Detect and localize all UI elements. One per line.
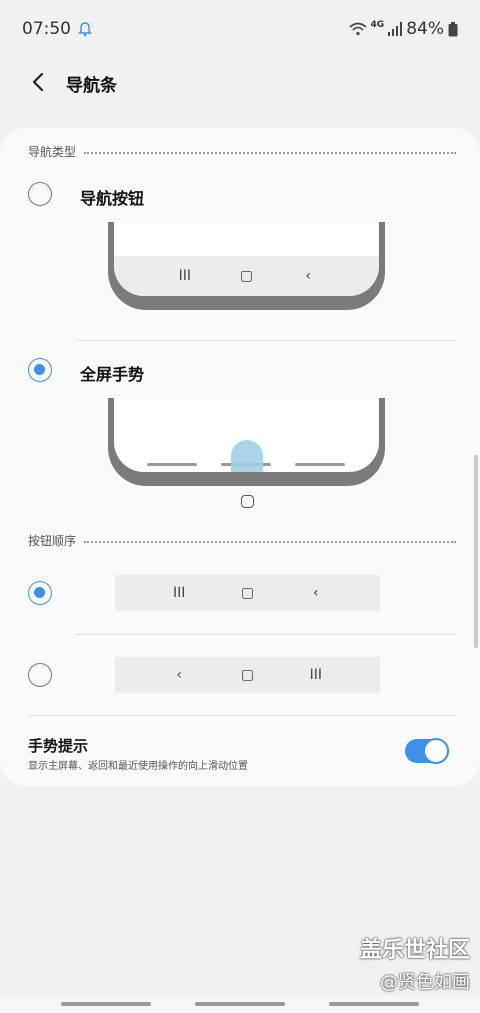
wifi-icon: [349, 22, 367, 36]
radio-full-screen-gestures[interactable]: [28, 358, 52, 382]
section-title: 按钮顺序: [28, 534, 77, 548]
back-arrow-icon: [32, 72, 44, 92]
toggle-knob: [423, 738, 449, 764]
home-icon: ▢: [240, 585, 255, 601]
battery-icon: [448, 21, 458, 36]
order-option-1[interactable]: III ▢ ‹: [115, 575, 380, 611]
back-icon: ‹: [305, 268, 311, 284]
status-time: 07:50: [22, 19, 71, 39]
network-type: 4G: [370, 20, 385, 30]
preview-screen: III ▢ ‹: [114, 222, 379, 296]
gesture-hint-center[interactable]: [195, 1002, 285, 1006]
preview-nav-bar: III ▢ ‹: [114, 256, 379, 296]
section-button-order: 按钮顺序: [28, 532, 456, 549]
gesture-hint-left[interactable]: [61, 1002, 151, 1006]
gesture-bar-right: [295, 463, 345, 466]
section-nav-type: 导航类型: [28, 143, 456, 160]
gesture-bar-left: [147, 463, 197, 466]
divider: [75, 634, 456, 635]
radio-nav-buttons[interactable]: [28, 182, 52, 206]
notification-bell-icon: [78, 22, 92, 37]
back-icon: ‹: [176, 667, 182, 683]
option-label-gestures[interactable]: 全屏手势: [80, 361, 144, 385]
home-icon: ▢: [240, 667, 255, 683]
section-divider: [84, 151, 456, 154]
touch-indicator: [231, 440, 263, 472]
radio-order-1[interactable]: [28, 581, 52, 605]
section-title: 导航类型: [28, 145, 77, 159]
gesture-hint-right[interactable]: [329, 1002, 419, 1006]
watermark-line1: 盖乐世社区: [359, 938, 470, 963]
home-icon: [241, 495, 254, 508]
app-header: 导航条: [0, 58, 480, 108]
recents-icon: III: [309, 667, 322, 683]
scrollbar[interactable]: [474, 455, 478, 648]
recents-icon: III: [172, 585, 186, 601]
radio-order-2[interactable]: [28, 663, 52, 687]
back-icon: ‹: [313, 585, 319, 601]
watermark-line2: @贤色如画: [380, 972, 470, 993]
gesture-hint-title[interactable]: 手势提示: [28, 735, 88, 756]
home-icon: ▢: [239, 268, 254, 284]
section-divider: [84, 540, 456, 543]
order-option-2[interactable]: ‹ ▢ III: [115, 657, 380, 693]
battery-percent: 84%: [406, 19, 444, 39]
system-nav-bar: [0, 996, 480, 1013]
preview-screen: [114, 398, 379, 472]
signal-icon: [388, 22, 403, 36]
page-title: 导航条: [66, 76, 117, 96]
recents-icon: III: [178, 268, 192, 284]
status-right: 4G 84%: [349, 19, 458, 39]
gesture-hint-subtitle: 显示主屏幕、返回和最近使用操作的向上滑动位置: [28, 761, 248, 772]
status-left: 07:50: [22, 19, 93, 39]
option-label-nav-buttons[interactable]: 导航按钮: [80, 185, 144, 209]
preview-gestures[interactable]: [108, 398, 385, 486]
divider: [28, 715, 456, 716]
watermark: 盖乐世社区 @贤色如画: [360, 932, 470, 994]
divider: [75, 340, 456, 341]
status-bar: 07:50 4G 84%: [0, 0, 480, 58]
preview-nav-buttons[interactable]: III ▢ ‹: [108, 222, 385, 310]
back-button[interactable]: [22, 66, 54, 98]
gesture-hint-toggle[interactable]: [405, 738, 449, 764]
